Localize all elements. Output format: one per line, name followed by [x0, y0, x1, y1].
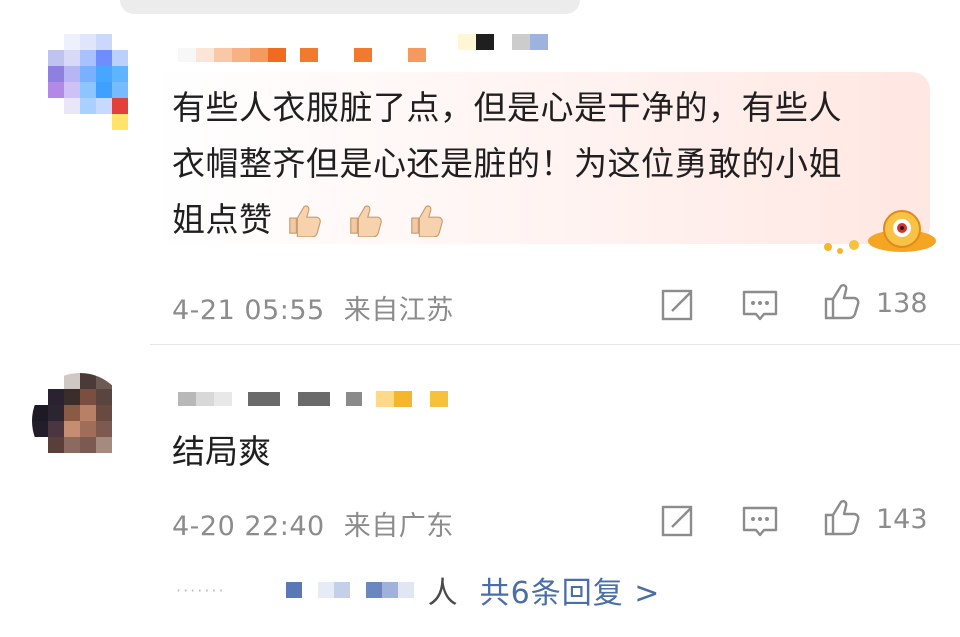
- comment-icon[interactable]: [740, 501, 780, 541]
- thumbs-up-emoji-icon: [349, 205, 382, 237]
- comment-line: 衣帽整齐但是心还是脏的！为这位勇敢的小姐: [172, 144, 842, 183]
- reply-author-suffix: 人: [427, 576, 458, 611]
- replies-row[interactable]: ······· 人 共6条回复 >: [176, 568, 661, 612]
- timestamp: 4-21 05:55: [172, 295, 325, 326]
- comment-meta: 4-21 05:55 来自江苏: [172, 288, 454, 327]
- comment-line: 姐点赞: [172, 192, 912, 248]
- username-redacted[interactable]: [178, 392, 362, 408]
- avatar[interactable]: [32, 373, 128, 469]
- share-icon[interactable]: [658, 501, 698, 541]
- replies-prefix-dots: ·······: [176, 580, 226, 600]
- thumbs-up-emoji-icon: [410, 205, 443, 237]
- top-edge: [120, 0, 580, 14]
- mascot-sticker-icon: [824, 210, 936, 254]
- avatar[interactable]: [48, 34, 144, 130]
- comment-meta: 4-20 22:40 来自广东: [172, 504, 454, 543]
- comment-text: 结局爽: [172, 432, 271, 471]
- username-redacted[interactable]: [178, 48, 426, 64]
- share-icon[interactable]: [658, 285, 698, 325]
- reply-username-redacted: [285, 582, 414, 598]
- user-badge: [376, 391, 448, 411]
- like-count: 143: [876, 504, 928, 535]
- divider: [150, 344, 960, 345]
- like-count: 138: [876, 288, 928, 319]
- thumbs-up-emoji-icon: [288, 205, 321, 237]
- comment-icon[interactable]: [740, 285, 780, 325]
- like-icon[interactable]: [822, 498, 862, 538]
- like-icon[interactable]: [822, 282, 862, 322]
- comment-text: 有些人衣服脏了点，但是心是干净的，有些人 衣帽整齐但是心还是脏的！为这位勇敢的小…: [172, 80, 912, 248]
- location: 来自江苏: [343, 295, 454, 326]
- timestamp: 4-20 22:40: [172, 511, 325, 542]
- user-badge: [458, 34, 548, 54]
- reply-count-link[interactable]: 共6条回复 >: [480, 568, 661, 612]
- location: 来自广东: [343, 511, 454, 542]
- comment-line-text: 姐点赞: [172, 200, 273, 239]
- comment-line: 有些人衣服脏了点，但是心是干净的，有些人: [172, 88, 842, 127]
